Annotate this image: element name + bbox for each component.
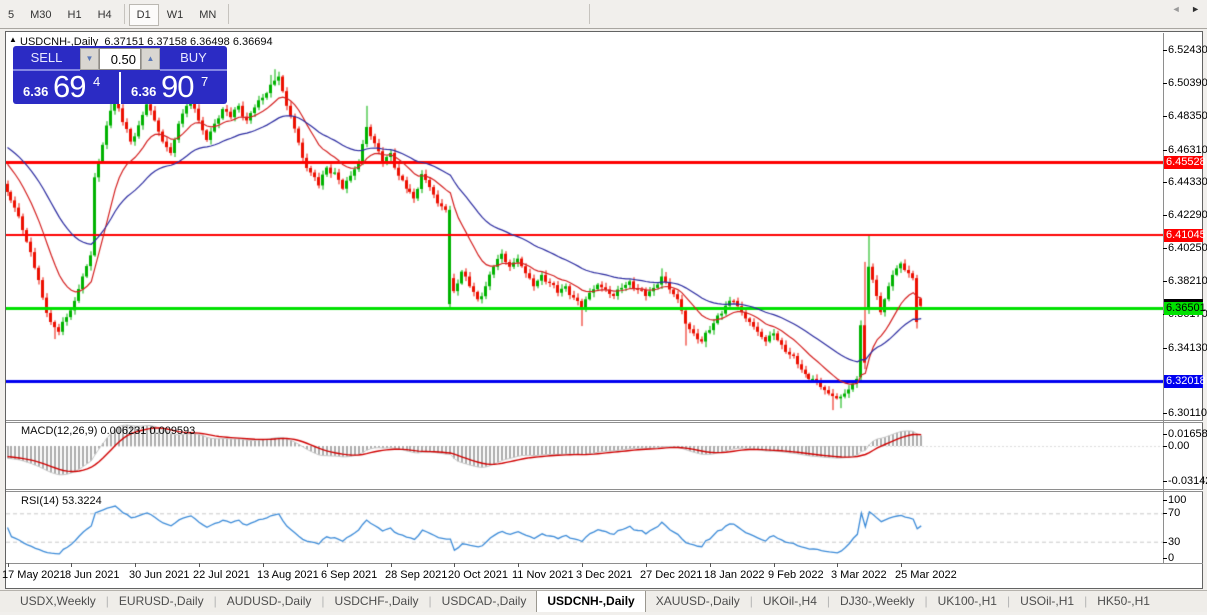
timeframe-button-h4[interactable]: H4 (90, 4, 120, 26)
volume-decrease-button[interactable]: ▼ (80, 48, 99, 70)
buy-price-point: 7 (201, 74, 209, 89)
price-axis-label: 6.42290 (1168, 209, 1207, 221)
price-axis-tick (1163, 248, 1167, 249)
rsi-axis-label: 70 (1168, 507, 1181, 520)
buy-button[interactable]: BUY (160, 47, 227, 71)
hline-price-badge: 6.32018 (1164, 375, 1206, 388)
price-axis-label: 6.46310 (1168, 144, 1207, 156)
price-axis-label: 6.44330 (1168, 176, 1207, 188)
sell-price-point: 4 (93, 74, 101, 89)
chart-tab-uk100-h1[interactable]: UK100-,H1 (928, 591, 1007, 612)
price-axis-tick (1163, 83, 1167, 84)
rsi-axis-label: 0 (1168, 552, 1175, 564)
chart-tab-bar: USDX,Weekly | EURUSD-,Daily | AUDUSD-,Daily |… (0, 590, 1207, 612)
price-axis-label: 6.50390 (1168, 77, 1207, 89)
price-axis-tick (1163, 215, 1167, 216)
macd-indicator-label: MACD(12,26,9) 0.006231 0.009593 (21, 425, 196, 437)
price-axis-tick (1163, 116, 1167, 117)
price-axis-label: 6.52430 (1168, 44, 1207, 56)
toolbar-separator (228, 4, 230, 24)
tab-scroll-left-icon[interactable]: ◄ (1168, 4, 1185, 14)
price-axis-label: 6.38210 (1168, 275, 1207, 287)
timeframe-button-m30[interactable]: M30 (22, 4, 59, 26)
chart-tab-usdchf-daily[interactable]: USDCHF-,Daily (325, 591, 429, 612)
macd-axis-label: 0.00 (1168, 440, 1190, 452)
timeframe-button-h1[interactable]: H1 (60, 4, 90, 26)
tab-scroll-right-icon[interactable]: ► (1187, 4, 1204, 14)
chart-tab-eurusd-daily[interactable]: EURUSD-,Daily (109, 591, 214, 612)
price-axis-label: 6.30110 (1168, 407, 1207, 419)
price-axis-label: 6.34130 (1168, 342, 1207, 354)
collapse-panel-icon[interactable]: ▲ (9, 35, 17, 44)
hline-price-badge: 6.36501 (1164, 302, 1206, 315)
tab-scroll-nav: ◄ ► (1168, 4, 1204, 14)
macd-axis-label: 0.016586 (1168, 428, 1207, 440)
buy-price-display[interactable]: 6.36 90 7 (121, 69, 227, 104)
toolbar-separator (123, 4, 125, 24)
time-axis-separator (6, 563, 1203, 564)
chart-tab-usoil-h1[interactable]: USOil-,H1 (1010, 591, 1084, 612)
chart-tab-hk50-h1[interactable]: HK50-,H1 (1087, 591, 1160, 612)
trade-panel-top-row: SELL ▼ ▲ BUY (13, 46, 227, 72)
hline-price-badge: 6.45528 (1164, 156, 1206, 169)
chart-tab-ukoil-h4[interactable]: UKOil-,H4 (753, 591, 827, 612)
price-axis-tick (1163, 150, 1167, 151)
price-axis-tick (1163, 413, 1167, 414)
rsi-axis-tick (1163, 513, 1167, 515)
rsi-indicator-canvas[interactable] (6, 492, 1163, 563)
hline-price-badge: 6.41045 (1164, 229, 1206, 242)
chart-tab-xauusd-daily[interactable]: XAUUSD-,Daily (646, 591, 750, 612)
buy-price-pips: 90 (161, 69, 194, 104)
rsi-indicator-label: RSI(14) 53.3224 (21, 495, 102, 507)
rsi-axis-label: 30 (1168, 535, 1181, 548)
chart-tab-audusd-daily[interactable]: AUDUSD-,Daily (217, 591, 322, 612)
macd-axis-label: -0.03142 (1168, 475, 1207, 487)
rsi-axis-label: 100 (1168, 494, 1187, 506)
price-axis-label: 6.48350 (1168, 110, 1207, 122)
sell-price-pips: 69 (53, 69, 86, 104)
timeframe-button-d1[interactable]: D1 (128, 3, 159, 26)
rsi-pane-resize-handle[interactable] (6, 489, 1203, 492)
chart-tab-usdcad-daily[interactable]: USDCAD-,Daily (432, 591, 537, 612)
toolbar-separator (589, 4, 591, 24)
timeframe-button-w1[interactable]: W1 (159, 4, 192, 26)
timeframe-toolbar: 5 M30 H1 H4 D1 W1 MN (0, 0, 1207, 29)
chart-tab-usdx-weekly[interactable]: USDX,Weekly (10, 591, 106, 612)
macd-axis-tick (1163, 481, 1167, 482)
trade-panel-price-row: 6.36 69 4 6.36 90 7 (13, 69, 227, 104)
volume-input[interactable] (99, 48, 141, 70)
price-axis[interactable]: 6.52430 6.50390 6.48350 6.46310 6.44330 6.422… (1163, 0, 1207, 615)
macd-axis-tick (1163, 434, 1167, 435)
sell-price-display[interactable]: 6.36 69 4 (13, 69, 119, 104)
chart-tab-dj30-weekly[interactable]: DJ30-,Weekly (830, 591, 924, 612)
price-axis-label: 6.40250 (1168, 242, 1207, 254)
timeframe-button-mn[interactable]: MN (191, 4, 224, 26)
price-axis-tick (1163, 281, 1167, 282)
volume-increase-button[interactable]: ▲ (141, 48, 160, 70)
chart-tab-usdcnh-daily[interactable]: USDCNH-,Daily (536, 591, 646, 612)
volume-stepper: ▼ ▲ (80, 47, 160, 71)
macd-axis-tick (1163, 446, 1167, 447)
rsi-axis-tick (1163, 558, 1167, 559)
macd-pane-resize-handle[interactable] (6, 420, 1203, 423)
buy-price-prefix: 6.36 (131, 84, 157, 99)
sell-button[interactable]: SELL (13, 47, 80, 71)
sell-price-prefix: 6.36 (23, 84, 49, 99)
price-axis-tick (1163, 50, 1167, 51)
price-axis-tick (1163, 182, 1167, 183)
price-axis-tick (1163, 348, 1167, 349)
rsi-axis-tick (1163, 500, 1167, 501)
timeframe-button-5[interactable]: 5 (0, 4, 22, 26)
one-click-trade-panel: SELL ▼ ▲ BUY 6.36 69 4 6.36 90 7 (13, 46, 227, 104)
rsi-axis-tick (1163, 541, 1167, 543)
